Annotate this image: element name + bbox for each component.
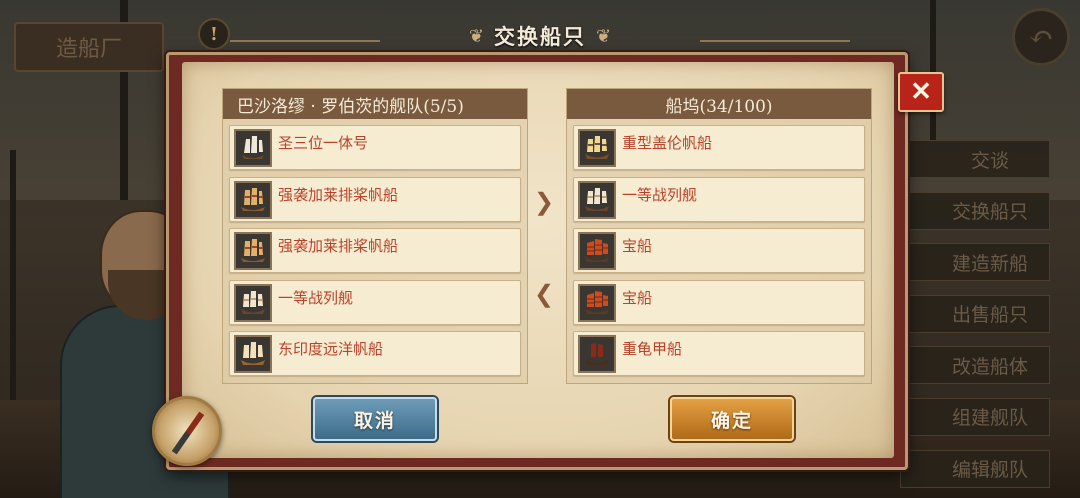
side-menu: 交谈 交换船只 建造新船 出售船只 改造船体 组建舰队 编辑舰队: [900, 140, 1050, 498]
cancel-button[interactable]: 取消: [313, 397, 437, 441]
dock-ship-row[interactable]: 宝船: [573, 228, 865, 273]
side-menu-item-sell[interactable]: 出售船只: [900, 294, 1050, 333]
side-menu-item-modify[interactable]: 改造船体: [900, 346, 1050, 385]
dock-ship-name: 重型盖伦帆船: [622, 134, 713, 152]
junk-red-sail-icon: [578, 283, 616, 322]
dialog-title: 交换船只: [494, 24, 586, 49]
fleet-ship-row[interactable]: 强袭加莱排桨帆船: [229, 228, 521, 273]
fleet-ship-name: 强袭加莱排桨帆船: [278, 237, 399, 255]
compass-needle: [171, 411, 205, 455]
fleet-ship-row[interactable]: 一等战列舰: [229, 279, 521, 325]
fleet-ship-name: 东印度远洋帆船: [278, 340, 384, 358]
side-menu-item-exchange[interactable]: 交换船只: [900, 191, 1050, 230]
fleet-ship-row[interactable]: 圣三位一体号: [229, 125, 521, 170]
dock-panel: 船坞(34/100) 重型盖伦帆船 一等战列舰 宝船 宝船 重龟甲船: [566, 88, 872, 384]
warship-icon: [578, 180, 616, 219]
fleet-ship-name: 强袭加莱排桨帆船: [278, 185, 399, 204]
background-mast: [930, 0, 936, 140]
close-button[interactable]: ✕: [898, 72, 944, 112]
dock-panel-title: 船坞(34/100): [567, 89, 871, 119]
alert-icon[interactable]: !: [198, 18, 230, 50]
heavy-galleon-icon: [578, 129, 616, 167]
dock-ship-name: 宝船: [622, 288, 653, 307]
dock-ship-row[interactable]: 宝船: [573, 279, 865, 325]
confirm-button[interactable]: 确定: [670, 397, 794, 441]
dock-ship-row[interactable]: 重型盖伦帆船: [573, 125, 865, 170]
dock-ship-row[interactable]: 一等战列舰: [573, 176, 865, 222]
dialog-title-bar: ❦ 交换船只 ❦: [382, 16, 698, 56]
side-menu-item-form-fleet[interactable]: 组建舰队: [900, 397, 1050, 436]
transfer-left-arrow-icon[interactable]: ❮: [534, 280, 554, 308]
dock-ship-name: 一等战列舰: [622, 185, 698, 204]
title-divider-left: [230, 40, 380, 42]
compass-icon: [152, 396, 222, 466]
background-mast: [10, 150, 16, 410]
dock-ship-row[interactable]: 重龟甲船: [573, 331, 865, 376]
fleet-panel-title: 巴沙洛缪 · 罗伯茨的舰队(5/5): [223, 89, 527, 119]
warship-icon: [234, 283, 272, 322]
fleet-ship-row[interactable]: 东印度远洋帆船: [229, 331, 521, 376]
shipyard-button[interactable]: 造船厂: [14, 22, 164, 72]
transfer-right-arrow-icon[interactable]: ❯: [534, 188, 554, 216]
dock-ship-name: 宝船: [622, 237, 653, 255]
dock-ship-list: 重型盖伦帆船 一等战列舰 宝船 宝船 重龟甲船: [567, 119, 871, 376]
galley-ship-icon: [234, 180, 272, 219]
back-icon[interactable]: ↶: [1012, 8, 1070, 66]
east-indiaman-icon: [234, 335, 272, 373]
fleet-ship-row[interactable]: 强袭加莱排桨帆船: [229, 176, 521, 222]
fleet-panel: 巴沙洛缪 · 罗伯茨的舰队(5/5) 圣三位一体号 强袭加莱排桨帆船 强袭加莱排…: [222, 88, 528, 384]
title-divider-right: [700, 40, 850, 42]
title-ornament-left-icon: ❦: [468, 25, 484, 47]
title-ornament-right-icon: ❦: [596, 25, 612, 47]
dock-ship-name: 重龟甲船: [622, 340, 683, 358]
fleet-ship-name: 圣三位一体号: [278, 134, 369, 152]
side-menu-item-talk[interactable]: 交谈: [900, 140, 1050, 178]
turtle-ship-icon: [578, 335, 616, 373]
fleet-ship-list: 圣三位一体号 强袭加莱排桨帆船 强袭加莱排桨帆船 一等战列舰 东印度远洋帆船: [223, 119, 527, 376]
fleet-ship-name: 一等战列舰: [278, 288, 354, 307]
side-menu-item-build[interactable]: 建造新船: [900, 243, 1050, 282]
junk-red-sail-icon: [578, 232, 616, 270]
side-menu-item-edit-fleet[interactable]: 编辑舰队: [900, 449, 1050, 488]
galley-ship-icon: [234, 232, 272, 270]
galleon-white-sail-icon: [234, 129, 272, 167]
